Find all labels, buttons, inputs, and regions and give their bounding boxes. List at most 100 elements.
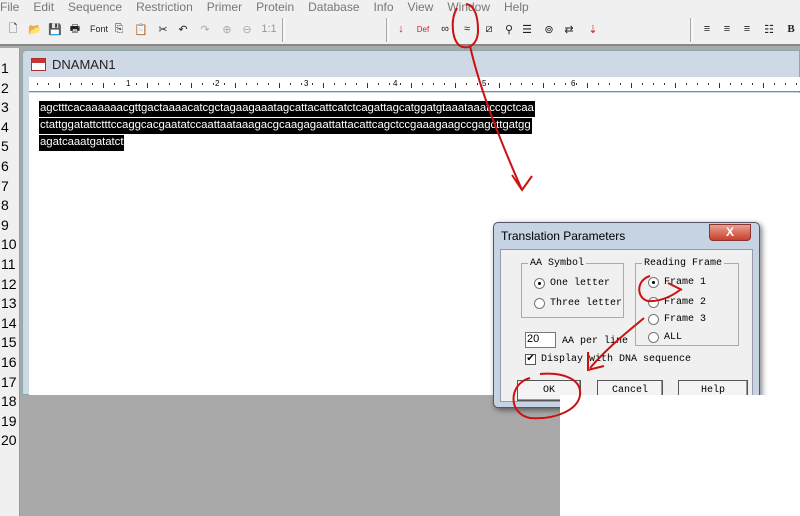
ruler-tick bbox=[774, 83, 775, 85]
document-title: DNAMAN1 bbox=[52, 56, 116, 72]
new-icon[interactable]: 🗋 bbox=[4, 20, 22, 38]
ruler-tick bbox=[455, 83, 456, 88]
align-right-icon[interactable]: ≡ bbox=[738, 20, 756, 38]
display-with-dna-checkbox[interactable]: ✔ Display with DNA sequence bbox=[525, 354, 691, 365]
close-button[interactable]: X bbox=[709, 224, 751, 241]
list-icon[interactable]: ☰ bbox=[518, 20, 536, 38]
ruler-tick bbox=[543, 83, 544, 88]
ruler-tick bbox=[334, 83, 335, 85]
ruler-tick bbox=[532, 83, 533, 85]
toolbar-separator bbox=[690, 18, 693, 42]
radio-icon bbox=[534, 298, 545, 309]
ruler-tick bbox=[466, 83, 467, 85]
print-icon[interactable]: 🖶 bbox=[66, 20, 84, 38]
menu-protein[interactable]: Protein bbox=[249, 0, 301, 14]
align-left-icon[interactable]: ≡ bbox=[698, 20, 716, 38]
menu-file[interactable]: File bbox=[0, 0, 26, 14]
ruler-tick bbox=[609, 83, 610, 85]
open-icon[interactable]: 📂 bbox=[26, 20, 44, 38]
zoom-in-icon[interactable]: ⊕ bbox=[218, 20, 236, 38]
bullets-icon[interactable]: ☷ bbox=[760, 20, 778, 38]
ruler-label: 1 bbox=[125, 79, 132, 88]
menu-edit[interactable]: Edit bbox=[26, 0, 61, 14]
line-number: 2 bbox=[1, 79, 9, 96]
paste-icon[interactable]: 📋 bbox=[132, 20, 150, 38]
ruler-tick bbox=[136, 83, 137, 85]
radio-icon bbox=[534, 278, 545, 289]
ruler-tick bbox=[620, 83, 621, 85]
ruler-tick bbox=[565, 83, 566, 85]
radio-frame-3[interactable]: Frame 3 bbox=[648, 314, 706, 325]
radio-one-letter[interactable]: One letter bbox=[534, 278, 610, 289]
font-button[interactable]: Font bbox=[88, 20, 110, 38]
ruler-tick bbox=[411, 83, 412, 88]
copy-icon[interactable]: ⎘ bbox=[110, 20, 128, 38]
ruler-tick bbox=[444, 83, 445, 85]
ruler-tick bbox=[389, 83, 390, 85]
menu-help[interactable]: Help bbox=[497, 0, 536, 14]
menu-bar: File Edit Sequence Restriction Primer Protein… bbox=[0, 0, 800, 14]
sequence-line[interactable]: agatcaaatgatatct bbox=[39, 135, 125, 151]
ruler-tick bbox=[301, 83, 302, 85]
map-icon[interactable]: ⊚ bbox=[540, 20, 558, 38]
cut-icon[interactable]: ✂ bbox=[154, 20, 172, 38]
ruler-tick bbox=[587, 83, 588, 88]
def-seq-icon[interactable]: Def bbox=[414, 20, 432, 38]
seq-icon[interactable]: ↓ bbox=[392, 20, 410, 38]
ruler-tick bbox=[224, 83, 225, 85]
primer-icon[interactable]: ⇣ bbox=[584, 20, 602, 38]
ruler-tick bbox=[147, 83, 148, 88]
ruler-tick bbox=[697, 83, 698, 85]
align-center-icon[interactable]: ≡ bbox=[718, 20, 736, 38]
zoom-out-icon[interactable]: ⊖ bbox=[238, 20, 256, 38]
ruler[interactable]: 1 2 3 4 5 6 bbox=[29, 77, 800, 92]
menu-view[interactable]: View bbox=[401, 0, 441, 14]
save-icon[interactable]: 💾 bbox=[46, 20, 64, 38]
sequence-line[interactable]: ctattggatattctttccaggcacgaatatccaattaata… bbox=[39, 118, 532, 134]
ruler-tick bbox=[499, 83, 500, 88]
ruler-tick bbox=[180, 83, 181, 85]
menu-sequence[interactable]: Sequence bbox=[61, 0, 129, 14]
restriction-icon[interactable]: ∞ bbox=[436, 20, 454, 38]
dotplot-icon[interactable]: ⧄ bbox=[480, 20, 498, 38]
line-number: 19 bbox=[1, 412, 17, 429]
menu-info[interactable]: Info bbox=[367, 0, 401, 14]
radio-all[interactable]: ALL bbox=[648, 332, 682, 343]
ruler-tick bbox=[488, 83, 489, 85]
ruler-tick bbox=[422, 83, 423, 85]
dialog-body: AA Symbol One letter Three letter Readin… bbox=[500, 249, 753, 402]
radio-frame-2[interactable]: Frame 2 bbox=[648, 297, 706, 308]
redo-icon[interactable]: ↷ bbox=[196, 20, 214, 38]
zoom-1-1-button[interactable]: 1:1 bbox=[260, 20, 278, 38]
aa-per-line-input[interactable]: 20 bbox=[525, 332, 556, 348]
menu-primer[interactable]: Primer bbox=[200, 0, 249, 14]
sequence-line[interactable]: agctttcacaaaaaacgttgactaaaacatcgctagaaga… bbox=[39, 101, 535, 117]
checkbox-check-icon: ✔ bbox=[525, 354, 536, 365]
document-title-bar[interactable]: DNAMAN1 bbox=[31, 55, 116, 73]
menu-database[interactable]: Database bbox=[301, 0, 366, 14]
line-number: 6 bbox=[1, 158, 9, 174]
radio-frame-1[interactable]: Frame 1 bbox=[648, 277, 706, 288]
find-icon[interactable]: ⚲ bbox=[500, 20, 518, 38]
line-number: 3 bbox=[1, 99, 9, 116]
bold-icon[interactable]: B bbox=[782, 20, 800, 38]
ruler-tick bbox=[785, 83, 786, 85]
align-icon[interactable]: ⇄ bbox=[560, 20, 578, 38]
radio-label: Frame 2 bbox=[664, 297, 707, 308]
ruler-tick bbox=[356, 83, 357, 85]
radio-three-letter[interactable]: Three letter bbox=[534, 298, 622, 309]
line-number: 15 bbox=[1, 334, 17, 351]
ruler-tick bbox=[70, 83, 71, 85]
ruler-tick bbox=[367, 83, 368, 88]
undo-icon[interactable]: ↶ bbox=[174, 20, 192, 38]
menu-window[interactable]: Window bbox=[440, 0, 497, 14]
ruler-label: 6 bbox=[570, 79, 577, 88]
translation-icon[interactable]: ≈ bbox=[458, 20, 476, 38]
ruler-tick bbox=[158, 83, 159, 85]
radio-label: Three letter bbox=[550, 298, 623, 309]
radio-label: Frame 1 bbox=[664, 277, 707, 288]
radio-label: Frame 3 bbox=[664, 314, 707, 325]
menu-restriction[interactable]: Restriction bbox=[129, 0, 200, 14]
radio-label: ALL bbox=[664, 332, 683, 343]
line-number: 18 bbox=[1, 393, 17, 410]
